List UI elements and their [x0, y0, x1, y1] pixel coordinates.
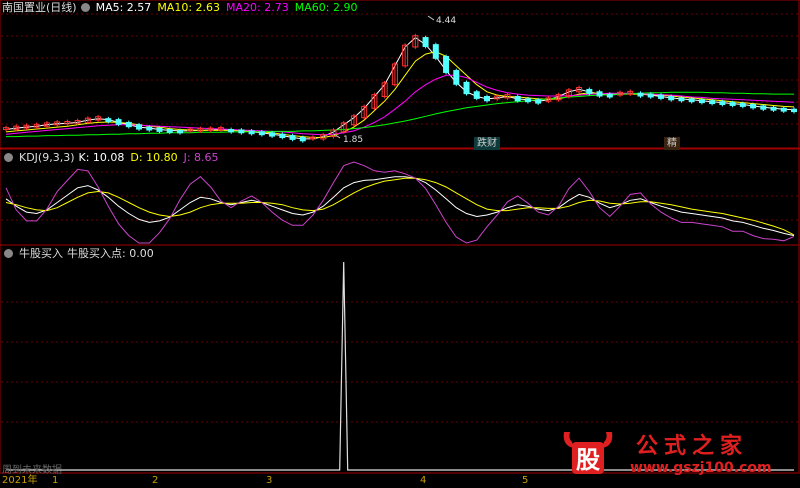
candle-body [432, 44, 439, 59]
series-line-d [5, 177, 795, 236]
candle-body [780, 107, 787, 112]
candle-body [258, 131, 265, 136]
candle-body [289, 135, 296, 140]
candle-body [719, 101, 726, 106]
ma-label-0: MA5: 2.57 [95, 1, 152, 14]
ma-legend: MA5: 2.57 MA10: 2.63 MA20: 2.73 MA60: 2.90 [96, 1, 364, 14]
candle-body [709, 100, 716, 105]
candle-body [739, 103, 746, 107]
candle-body [156, 127, 163, 132]
candle-body [606, 93, 613, 98]
candle-body [524, 98, 531, 103]
candle-body [791, 108, 797, 113]
series-line-j [5, 161, 795, 244]
kdj-k-label: K: 10.08 [78, 151, 125, 164]
series-line-ma5 [5, 36, 795, 140]
candle-body [760, 105, 767, 110]
x-axis-label: 4 [420, 475, 427, 486]
signal-panel-header: 牛股买入 牛股买入点: 0.00 [2, 247, 160, 261]
candle-body [637, 92, 644, 97]
candle-body [422, 37, 429, 48]
watermark-cn: 公式之家 [636, 433, 749, 459]
gear-icon[interactable] [4, 153, 13, 162]
candle-body [514, 96, 521, 102]
bull-logo-icon: 股 [563, 432, 613, 474]
candle-body [596, 91, 603, 97]
signal-name: 牛股买入 [19, 247, 63, 260]
signal-point-label: 牛股买入点: 0.00 [67, 247, 154, 260]
high-pointer [427, 15, 435, 21]
candle-body [535, 99, 542, 104]
candle-body [269, 132, 276, 137]
svg-text:股: 股 [576, 446, 600, 474]
kdj-d-label: D: 10.80 [130, 151, 178, 164]
candle-body [443, 55, 450, 73]
kdj-j-label: J: 8.65 [183, 151, 219, 164]
candle-body [729, 102, 736, 106]
candle-body [483, 96, 490, 102]
kdj-panel[interactable] [5, 161, 795, 244]
candle-body [647, 93, 654, 98]
candle-body [115, 119, 122, 125]
price-panel[interactable] [3, 33, 797, 143]
candle-body [453, 70, 460, 85]
price-panel-frame [0, 0, 800, 149]
watermark-url: www.gszj100.com [630, 460, 772, 476]
candle-body [299, 137, 306, 142]
series-line-ma20 [5, 74, 795, 136]
kdj-name: KDJ(9,3,3) [19, 151, 75, 164]
x-axis-label: 5 [522, 475, 529, 486]
candle-body [248, 130, 255, 135]
gear-icon[interactable] [80, 3, 90, 12]
candle-body [238, 129, 245, 134]
candle-body [463, 81, 470, 95]
tag-jing[interactable]: 精 [664, 137, 680, 150]
kdj-panel-header: KDJ(9,3,3) K: 10.08 D: 10.80 J: 8.65 [2, 151, 225, 165]
gear-icon[interactable] [4, 249, 13, 258]
candle-body [105, 118, 112, 122]
candle-body [228, 129, 235, 133]
high-price-label: 4.44 [436, 16, 456, 26]
ma-label-1: MA10: 2.63 [157, 1, 221, 14]
ma-label-2: MA20: 2.73 [226, 1, 289, 14]
tag-diecai[interactable]: 跌财 [474, 137, 500, 150]
stock-title: 南国置业(日线) [2, 1, 77, 14]
x-axis-label: 2021年 [2, 475, 38, 486]
candle-body [678, 97, 685, 102]
candle-body [125, 121, 132, 128]
price-panel-header: 南国置业(日线) MA5: 2.57 MA10: 2.63 MA20: 2.73 MA6… [2, 1, 369, 15]
candle-body [586, 88, 593, 95]
series-line-ma60 [6, 91, 794, 138]
low-price-label: 1.85 [343, 135, 363, 145]
candle-body [146, 126, 153, 131]
candle-body [657, 94, 664, 99]
ma-label-3: MA60: 2.90 [294, 1, 358, 14]
candle-body [473, 91, 480, 99]
candle-body [166, 129, 173, 133]
candle-body [688, 98, 695, 103]
candle-body [770, 106, 777, 111]
candle-body [176, 129, 183, 134]
watermark-logo: 股 公式之家 www.gszj100.com [560, 428, 792, 484]
candle-body [136, 124, 143, 130]
candle-body [698, 99, 705, 104]
x-axis-label: 2 [152, 475, 159, 486]
candle-body [750, 104, 757, 109]
panel-frames [0, 0, 800, 474]
candle-body [668, 96, 675, 101]
grid-lines [1, 13, 798, 423]
x-axis-label: 3 [266, 475, 273, 486]
chart-canvas[interactable]: 4.44 1.85 [0, 0, 800, 488]
x-axis-label: 1 [52, 475, 59, 486]
candle-body [279, 133, 286, 139]
